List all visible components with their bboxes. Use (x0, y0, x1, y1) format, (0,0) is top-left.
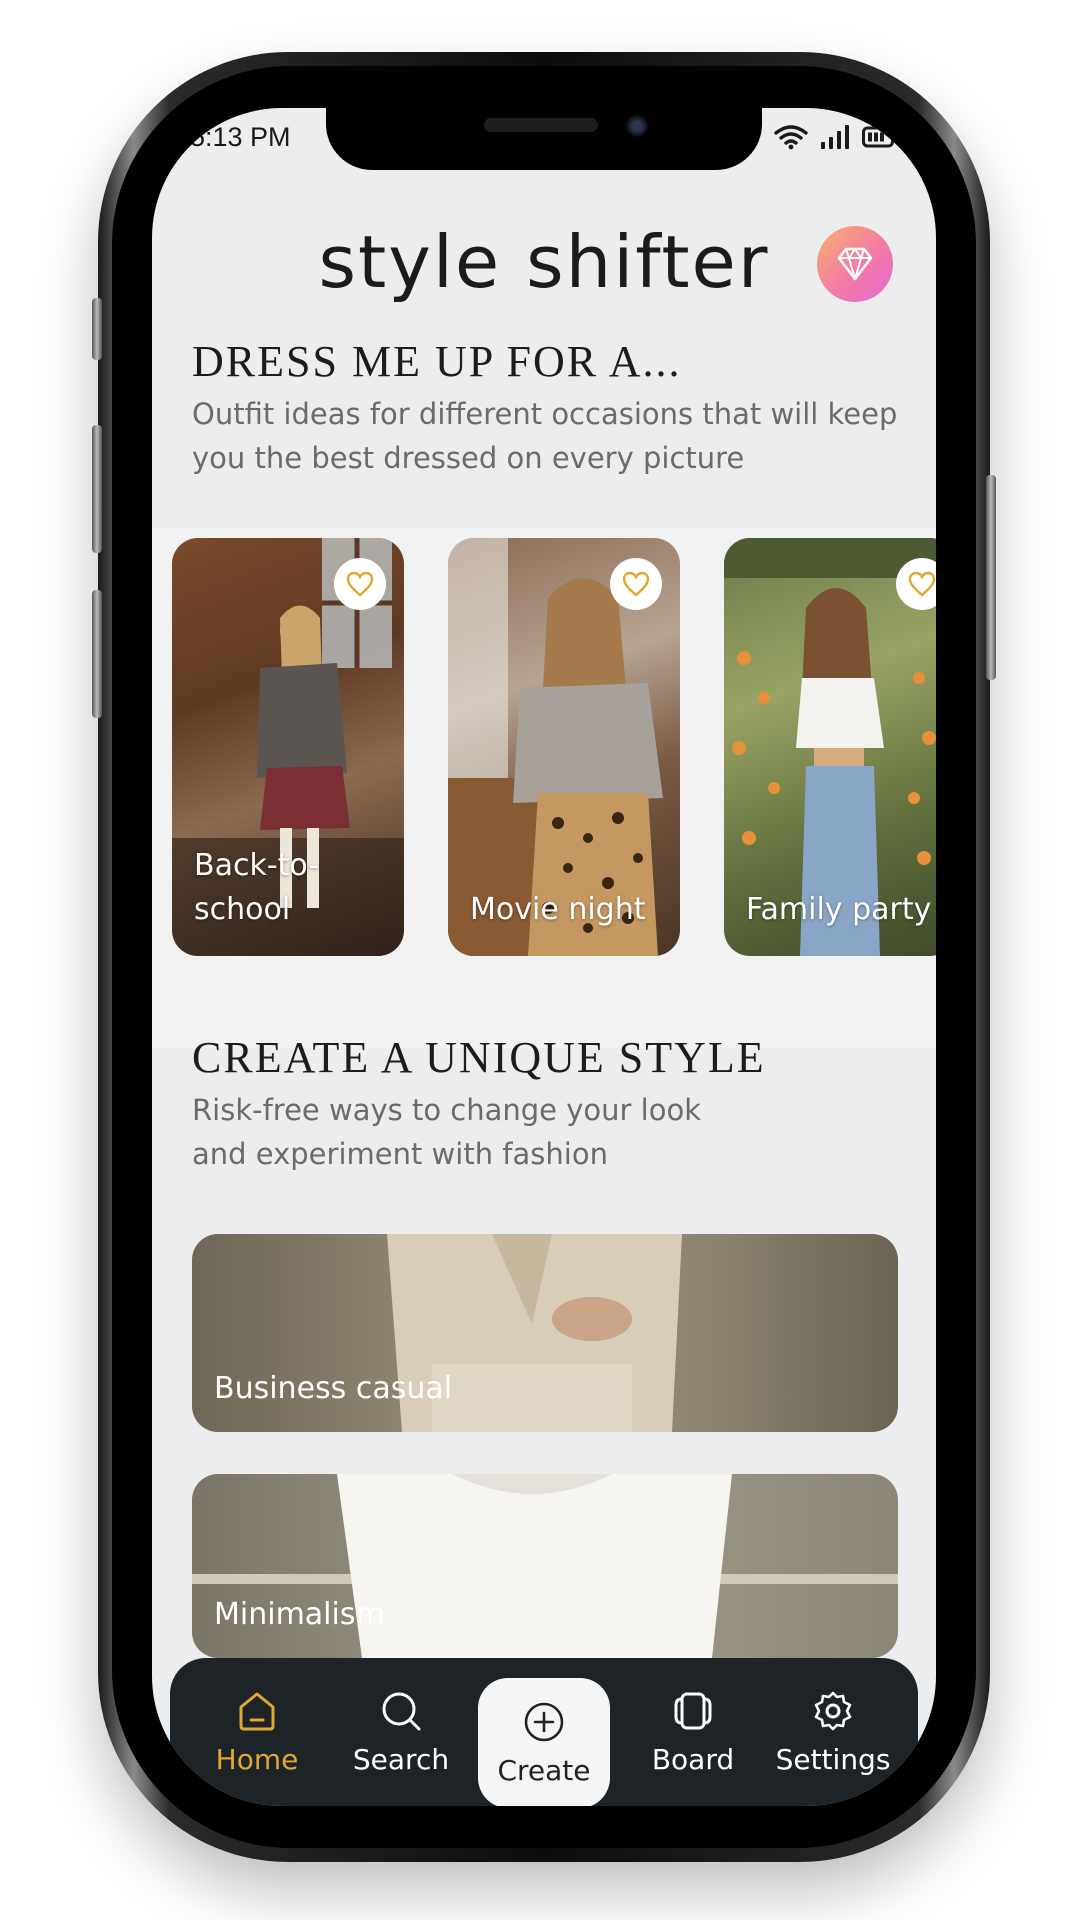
diamond-icon (837, 247, 873, 281)
wifi-icon (774, 125, 808, 150)
gear-icon (814, 1691, 852, 1730)
nav-create-label: Create (497, 1753, 591, 1787)
nav-home[interactable]: Home (192, 1658, 322, 1806)
occasion-label: Movie night (470, 892, 646, 927)
status-time: 5:13 PM (190, 122, 291, 152)
nav-search[interactable]: Search (336, 1658, 466, 1806)
occasions-subtitle: Outfit ideas for different occasions tha… (192, 397, 898, 475)
occasion-card-movie-night[interactable]: Movie night (448, 538, 680, 956)
premium-button[interactable] (817, 226, 893, 302)
heart-outline-icon (908, 571, 936, 597)
board-icon (674, 1692, 712, 1729)
nav-search-label: Search (352, 1742, 450, 1776)
occasions-title: DRESS ME UP FOR A... (192, 337, 682, 386)
occasion-label: Back-to-school (194, 848, 320, 927)
style-card-label: Minimalism (214, 1597, 385, 1632)
phone-power-button (986, 475, 996, 680)
nav-settings-label: Settings (775, 1742, 891, 1776)
styles-subtitle: Risk-free ways to change your look and e… (192, 1093, 701, 1171)
bottom-navigation: Home Search Create Board Settings (170, 1658, 918, 1806)
occasion-label: Family party (746, 892, 932, 927)
front-camera (626, 115, 648, 137)
home-icon (239, 1692, 275, 1730)
style-card-business-casual[interactable]: Business casual (192, 1234, 898, 1432)
style-card-label: Business casual (214, 1371, 453, 1406)
nav-board[interactable]: Board (628, 1658, 758, 1806)
phone-volume-up (92, 425, 102, 553)
cellular-signal-icon (821, 125, 849, 149)
occasion-card-family-party[interactable]: Family party (724, 538, 936, 956)
favorite-button[interactable] (610, 558, 662, 610)
heart-outline-icon (622, 571, 650, 597)
styles-title: CREATE A UNIQUE STYLE (192, 1033, 766, 1082)
style-card-minimalism[interactable]: Minimalism (192, 1474, 898, 1658)
heart-outline-icon (346, 571, 374, 597)
nav-settings[interactable]: Settings (768, 1658, 898, 1806)
phone-silent-switch (92, 298, 102, 360)
app-screen: 5:13 PM style shifter DRESS ME UP FOR A.… (152, 108, 936, 1806)
status-icons (774, 124, 898, 150)
search-icon (382, 1692, 421, 1730)
battery-icon (862, 126, 897, 148)
occasion-card-back-to-school[interactable]: Back-to-school (172, 538, 404, 956)
favorite-button[interactable] (334, 558, 386, 610)
speaker-grille (484, 118, 598, 132)
nav-create[interactable]: Create (478, 1678, 610, 1806)
notch (326, 108, 762, 170)
nav-home-label: Home (215, 1742, 299, 1776)
phone-volume-down (92, 590, 102, 718)
plus-circle-icon (524, 1702, 564, 1741)
nav-board-label: Board (651, 1742, 735, 1776)
